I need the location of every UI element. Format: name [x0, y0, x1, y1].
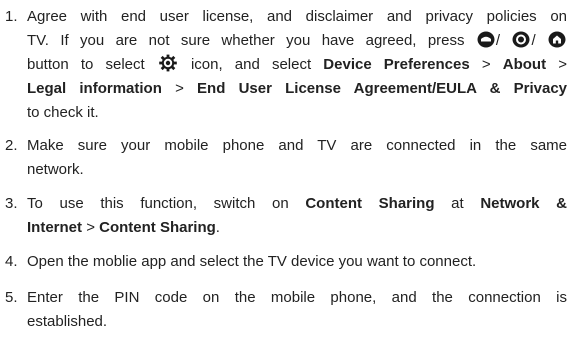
step-3-intro-text: To use this function, switch on: [27, 195, 289, 212]
content-sharing-label: Content Sharing: [305, 195, 435, 212]
step-1-icon-and-select-text: icon, and select: [190, 56, 312, 73]
content-sharing-label-2: Content Sharing: [99, 219, 216, 236]
step-text: Enter the PIN code on the mobile phone, …: [27, 286, 567, 334]
step-3-at-text: at: [451, 195, 464, 212]
step-number: 5.: [5, 289, 18, 306]
step-1-press-text: TV. If you are not sure whether you have…: [27, 32, 465, 49]
step-1-line-4: Legal information > End User License Agr…: [27, 77, 567, 101]
step-1-line-5: to check it.: [27, 104, 99, 121]
step-text: Make sure your mobile phone and TV are c…: [27, 134, 567, 182]
network-internet-label: Network &: [480, 195, 567, 212]
step-2-line-2: network.: [27, 161, 84, 178]
step-text: Agree with end user license, and disclai…: [27, 5, 567, 125]
step-number: 1.: [5, 8, 18, 25]
list-item-step-3: 3. To use this function, switch on Conte…: [0, 192, 575, 240]
step-text: To use this function, switch on Content …: [27, 192, 567, 240]
path-separator: >: [481, 56, 491, 73]
about-label: About: [502, 56, 547, 73]
step-number: 3.: [5, 195, 18, 212]
step-1-separator: /: [531, 32, 536, 49]
instructions-page: 1. Agree with end user license, and disc…: [0, 0, 575, 349]
step-1-line-1: Agree with end user license, and disclai…: [27, 8, 567, 25]
step-5-line-2: established.: [27, 313, 108, 330]
list-item-step-1: 1. Agree with end user license, and disc…: [0, 5, 575, 125]
list-item-step-5: 5. Enter the PIN code on the mobile phon…: [0, 286, 575, 334]
step-4-line-1: Open the moblie app and select the TV de…: [27, 253, 477, 270]
list-item-step-2: 2. Make sure your mobile phone and TV ar…: [0, 134, 575, 182]
step-5-line-1: Enter the PIN code on the mobile phone, …: [27, 289, 567, 306]
legal-information-label: Legal information: [27, 80, 162, 97]
circle-button-icon: [512, 31, 530, 48]
step-1-separator: /: [495, 32, 501, 49]
settings-gear-icon: [158, 54, 178, 72]
home-button-icon: [548, 31, 566, 48]
step-1-line-3: button to select icon, and select Device…: [27, 53, 567, 77]
step-1-select-text: button to select: [27, 56, 145, 73]
path-separator: >: [558, 56, 567, 73]
step-number: 4.: [5, 253, 18, 270]
eula-privacy-label: End User License Agreement/EULA & Privac…: [197, 80, 568, 97]
step-1-line-2: TV. If you are not sure whether you have…: [27, 29, 567, 53]
dashboard-button-icon: [477, 31, 495, 48]
step-3-line-2: Internet > Content Sharing.: [27, 216, 567, 240]
step-2-line-1: Make sure your mobile phone and TV are c…: [27, 137, 567, 154]
device-preferences-label: Device Preferences: [323, 56, 470, 73]
step-text: Open the moblie app and select the TV de…: [27, 250, 567, 274]
step-number: 2.: [5, 137, 18, 154]
list-item-step-4: 4. Open the moblie app and select the TV…: [0, 250, 575, 274]
step-3-period: .: [215, 219, 220, 236]
internet-label: Internet: [27, 219, 83, 236]
path-separator: >: [175, 80, 184, 97]
path-separator: >: [86, 219, 95, 236]
step-3-line-1: To use this function, switch on Content …: [27, 192, 567, 216]
